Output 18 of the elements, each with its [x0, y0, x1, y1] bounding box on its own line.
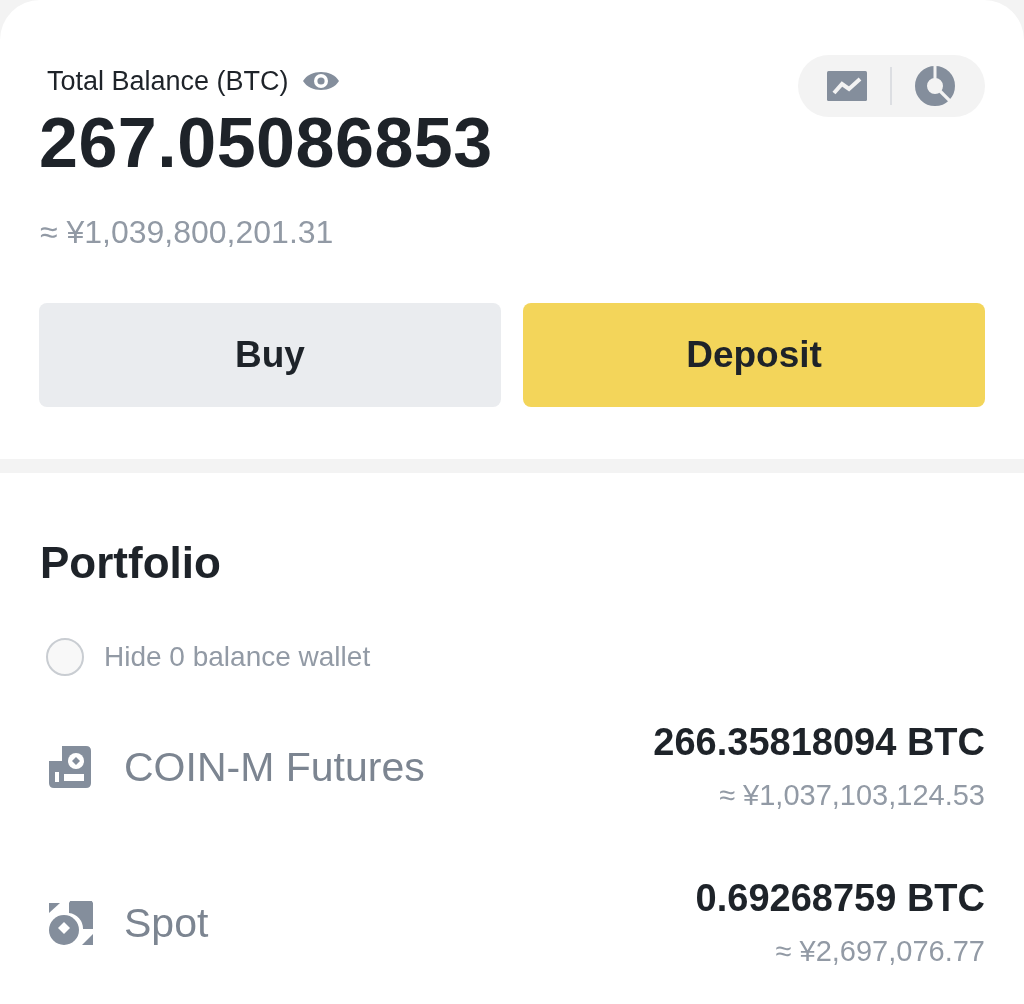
hide-zero-label: Hide 0 balance wallet: [104, 640, 371, 674]
pie-chart-icon[interactable]: [915, 66, 955, 106]
wallet-icon: [49, 745, 91, 788]
balance-amount: 267.05086853: [39, 105, 493, 181]
hide-zero-checkbox[interactable]: [46, 638, 84, 676]
wallet-amount: 0.69268759 BTC: [695, 876, 985, 920]
wallet-fiat-value: ≈ ¥1,037,103,124.53: [719, 778, 985, 813]
balance-label: Total Balance (BTC): [47, 65, 289, 98]
line-chart-icon[interactable]: [827, 71, 867, 101]
wallet-amount: 266.35818094 BTC: [653, 720, 985, 764]
balance-fiat-value: ≈ ¥1,039,800,201.31: [39, 213, 335, 252]
buy-button[interactable]: Buy: [39, 303, 501, 407]
section-title: Portfolio: [40, 537, 222, 589]
deposit-button[interactable]: Deposit: [523, 303, 985, 407]
wallet-fiat-value: ≈ ¥2,697,076.77: [775, 934, 985, 969]
coin-icon: [49, 900, 93, 945]
wallet-name: Spot: [124, 898, 209, 947]
wallet-name: COIN-M Futures: [124, 742, 425, 791]
